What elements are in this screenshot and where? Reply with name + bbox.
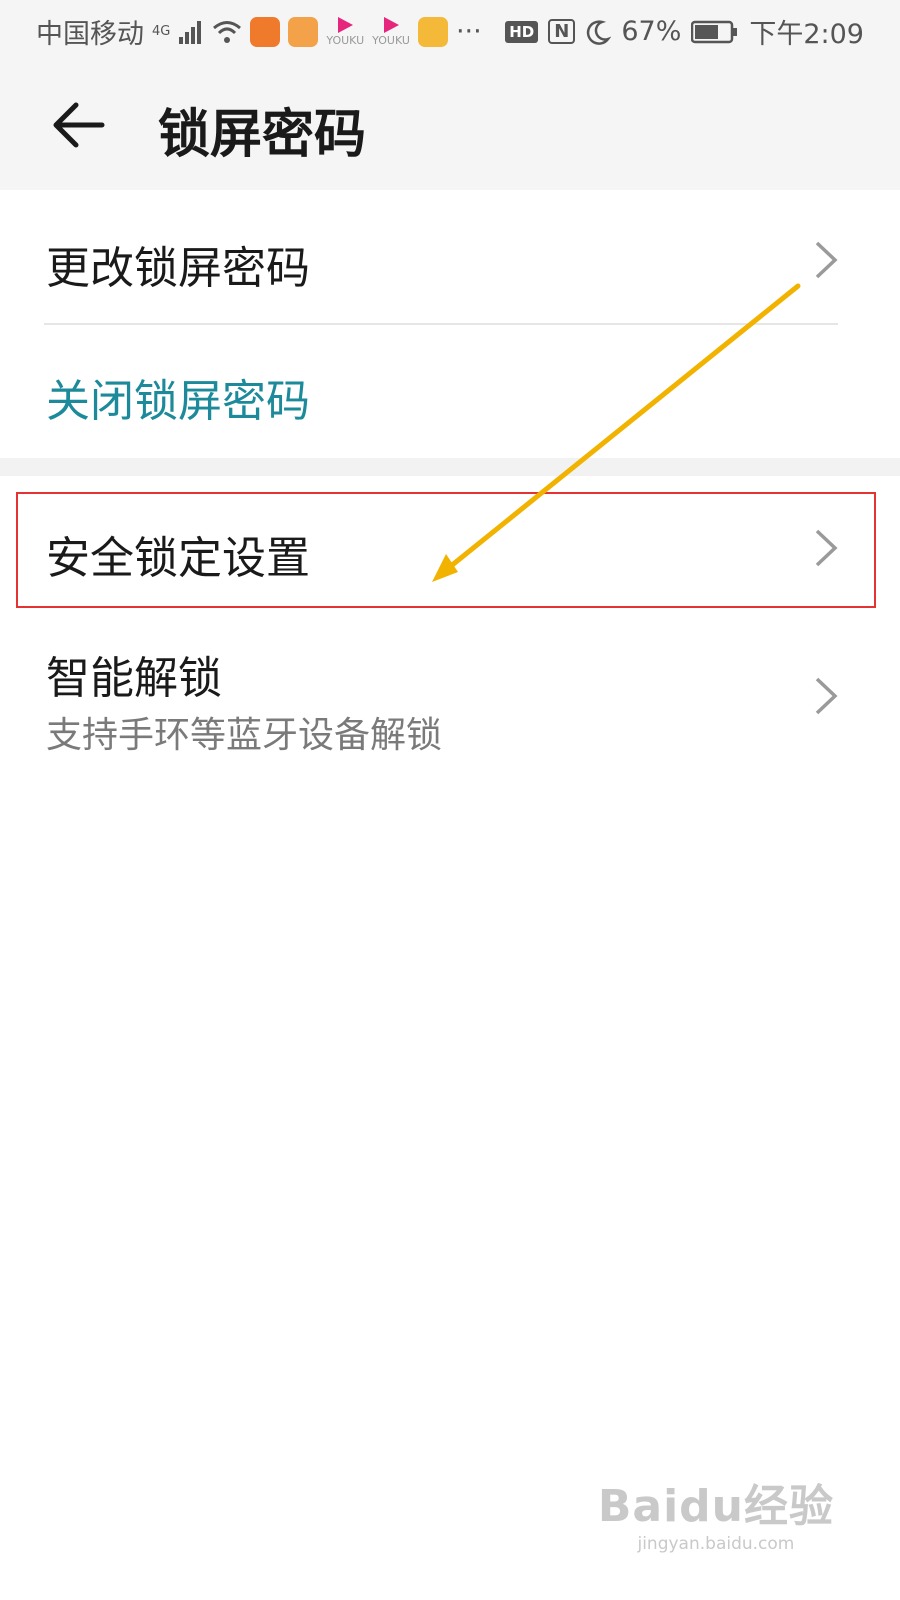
youku-app-1: YOUKU: [326, 16, 364, 47]
more-notifications: ···: [455, 16, 482, 47]
item-subtitle: 支持手环等蓝牙设备解锁: [46, 715, 443, 756]
page-title: 锁屏密码: [158, 105, 367, 165]
settings-item-change-password[interactable]: 更改锁屏密码: [0, 190, 900, 324]
wifi-icon: [213, 20, 242, 43]
carrier-label: 中国移动: [36, 19, 144, 50]
section-gap: [0, 458, 900, 476]
youku-icon: [384, 17, 400, 33]
status-bar-left: 中国移动 4G YOUKU YOUKU ···: [36, 12, 482, 51]
item-title: 更改锁屏密码: [46, 243, 310, 294]
battery-icon: [691, 20, 738, 43]
nfc-icon: N: [548, 19, 576, 44]
youku-label: YOUKU: [372, 34, 410, 47]
app-icon-orange: [250, 16, 281, 47]
signal-icon: [179, 20, 202, 44]
status-bar-right: HD N 67% 下午2:09: [505, 12, 864, 51]
back-arrow-icon[interactable]: [50, 100, 106, 150]
settings-item-smart-unlock[interactable]: 智能解锁 支持手环等蓝牙设备解锁: [0, 616, 900, 776]
youku-label: YOUKU: [326, 34, 365, 47]
network-type-label: 4G: [152, 24, 171, 39]
watermark-sub: jingyan.baidu.com: [637, 1534, 795, 1554]
chevron-right-icon: [815, 241, 838, 279]
item-title: 关闭锁屏密码: [46, 376, 310, 427]
youku-icon: [338, 17, 354, 33]
chevron-right-icon: [815, 677, 838, 715]
settings-item-disable-password[interactable]: 关闭锁屏密码: [0, 325, 900, 458]
watermark-main: Baidu经验: [597, 1481, 834, 1532]
clock: 下午2:09: [749, 19, 864, 50]
highlight-box: [16, 492, 876, 608]
app-header: 锁屏密码: [0, 62, 900, 190]
baidu-watermark: Baidu经验 jingyan.baidu.com: [598, 1470, 834, 1554]
uc-browser-icon: [288, 16, 319, 47]
status-bar: 中国移动 4G YOUKU YOUKU ··· HD N 67% 下午2:09: [0, 0, 900, 62]
battery-percent: 67%: [621, 16, 682, 47]
hd-badge: HD: [505, 20, 539, 43]
cup-app-icon: [417, 16, 448, 47]
moon-icon: [587, 19, 612, 45]
youku-app-2: YOUKU: [372, 16, 410, 47]
item-title: 智能解锁: [46, 653, 222, 704]
